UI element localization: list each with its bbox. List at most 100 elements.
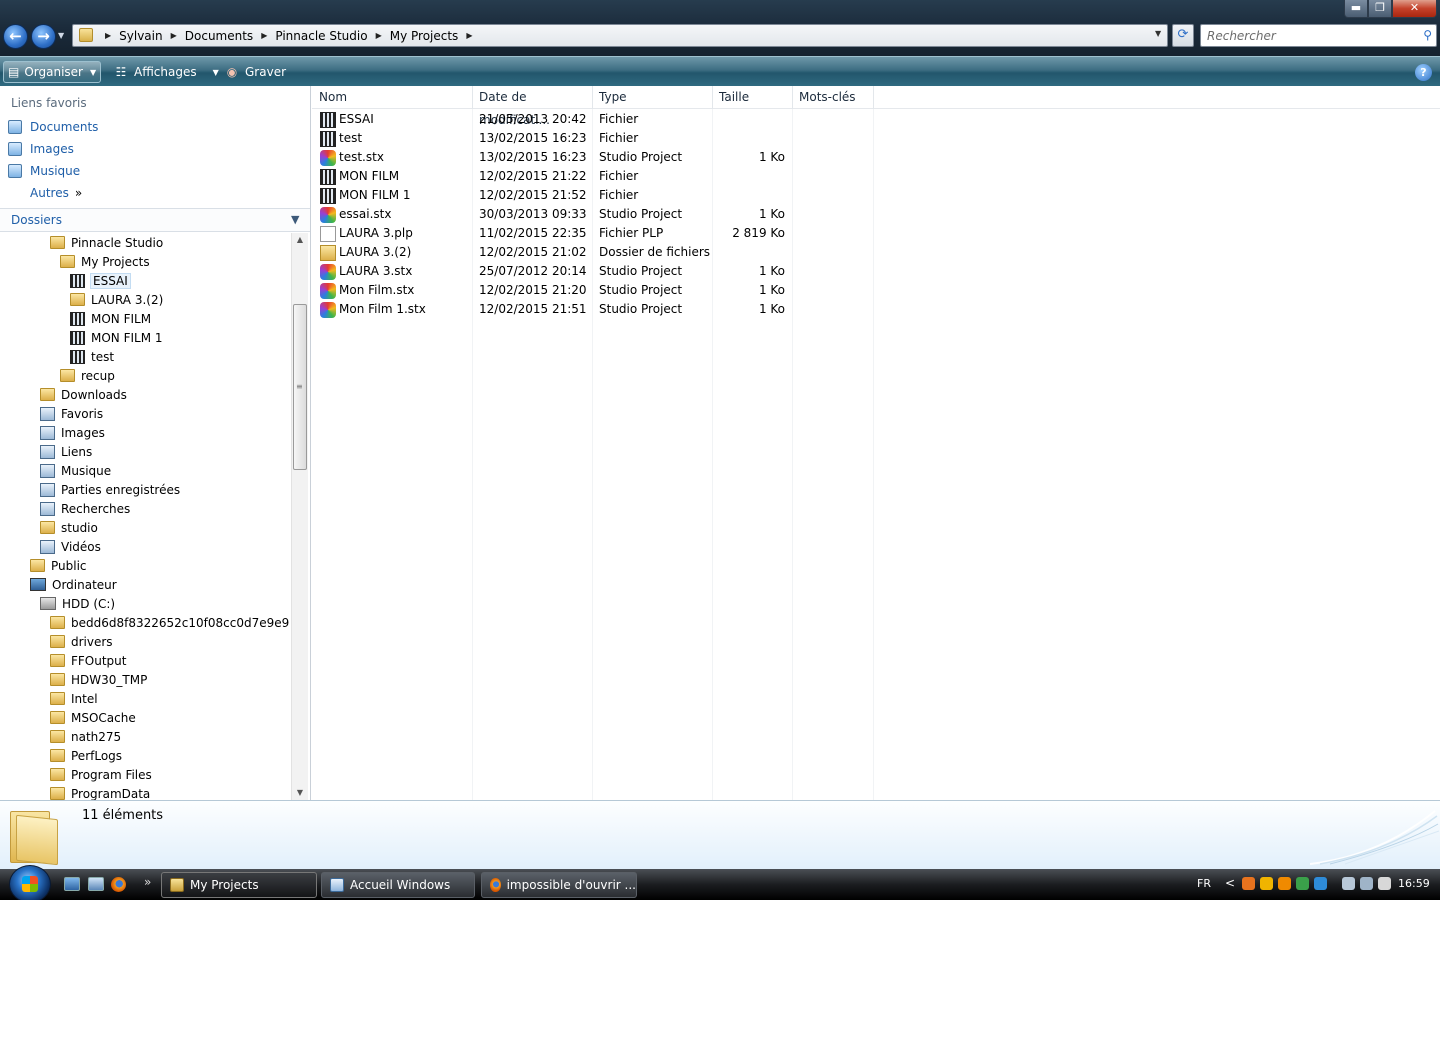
file-row[interactable]: LAURA 3.(2) 12/02/2015 21:02 Dossier de fi… (312, 243, 872, 262)
clock[interactable]: 16:59 (1398, 877, 1430, 890)
taskbar-button[interactable]: My Projects (161, 872, 317, 898)
switch-windows-icon[interactable] (88, 877, 104, 891)
tree-item[interactable]: Program Files (50, 765, 152, 784)
tree-item[interactable]: LAURA 3.(2) (70, 290, 163, 309)
file-row[interactable]: MON FILM 12/02/2015 21:22 Fichier (312, 167, 872, 186)
tree-item[interactable]: Liens (40, 442, 92, 461)
recent-pages-dropdown-icon[interactable]: ▼ (58, 31, 64, 40)
tree-item[interactable]: HDD (C:) (40, 594, 115, 613)
file-row[interactable]: Mon Film 1.stx 12/02/2015 21:51 Studio Pro… (312, 300, 872, 319)
tree-item[interactable]: MSOCache (50, 708, 136, 727)
tray-icon[interactable] (1342, 877, 1355, 890)
tree-item[interactable]: Images (40, 423, 105, 442)
tree-item[interactable]: Favoris (40, 404, 103, 423)
chevron-down-icon[interactable]: ▼ (291, 213, 299, 226)
tree-item[interactable]: nath275 (50, 727, 121, 746)
file-name: MON FILM 1 (339, 188, 411, 202)
minimize-button[interactable]: ▬ (1344, 0, 1368, 18)
file-row[interactable]: test 13/02/2015 16:23 Fichier (312, 129, 872, 148)
chevron-down-icon[interactable]: ▼ (213, 68, 219, 77)
folder-tree-scrollbar[interactable]: ▲ ≡ ▼ (291, 233, 308, 800)
taskbar-button[interactable]: Accueil Windows (321, 872, 475, 898)
file-row[interactable]: ESSAI 21/05/2013 20:42 Fichier (312, 110, 872, 129)
tray-icon[interactable] (1242, 877, 1255, 890)
tree-item[interactable]: PerfLogs (50, 746, 122, 765)
breadcrumb-separator-icon[interactable]: ▶ (261, 31, 267, 40)
language-indicator[interactable]: FR (1197, 877, 1211, 890)
favorite-link-documents[interactable]: Documents (8, 118, 98, 136)
breadcrumb-item[interactable]: Sylvain (119, 29, 162, 43)
tree-item[interactable]: FFOutput (50, 651, 127, 670)
tree-item[interactable]: Intel (50, 689, 98, 708)
tree-item[interactable]: Parties enregistrées (40, 480, 180, 499)
column-header-keywords[interactable]: Mots-clés (792, 86, 874, 109)
tree-item[interactable]: My Projects (60, 252, 150, 271)
help-icon[interactable]: ? (1415, 64, 1432, 81)
scroll-down-icon[interactable]: ▼ (292, 786, 308, 800)
firefox-icon[interactable] (111, 877, 126, 892)
tray-icon[interactable] (1360, 877, 1373, 890)
breadcrumb-separator-icon[interactable]: ▶ (466, 31, 472, 40)
tree-item[interactable]: MON FILM (70, 309, 151, 328)
tree-item[interactable]: Musique (40, 461, 111, 480)
tree-item[interactable]: recup (60, 366, 115, 385)
breadcrumb-item[interactable]: Documents (185, 29, 253, 43)
tray-icon[interactable] (1278, 877, 1291, 890)
search-input[interactable]: Rechercher ⚲ (1200, 24, 1437, 47)
burn-button[interactable]: ◉ Graver (220, 61, 290, 83)
file-row[interactable]: LAURA 3.stx 25/07/2012 20:14 Studio Projec… (312, 262, 872, 281)
folders-header[interactable]: Dossiers ▼ (0, 208, 310, 232)
back-button[interactable]: ← (3, 24, 28, 49)
column-header-name[interactable]: Nom (312, 86, 473, 109)
file-row[interactable]: MON FILM 1 12/02/2015 21:52 Fichier (312, 186, 872, 205)
column-header-type[interactable]: Type (592, 86, 713, 109)
tree-item[interactable]: Ordinateur (30, 575, 117, 594)
tray-icon[interactable] (1260, 877, 1273, 890)
tree-item[interactable]: MON FILM 1 (70, 328, 163, 347)
breadcrumb-item[interactable]: Pinnacle Studio (275, 29, 367, 43)
start-button[interactable] (9, 865, 51, 900)
favorite-link-music[interactable]: Musique (8, 162, 80, 180)
breadcrumb-separator-icon[interactable]: ▶ (105, 31, 111, 40)
views-button[interactable]: ☷ Affichages ▼ (109, 61, 223, 83)
tree-item[interactable]: Downloads (40, 385, 127, 404)
tree-item[interactable]: Public (30, 556, 87, 575)
forward-button[interactable]: → (31, 24, 56, 49)
quick-launch-more-icon[interactable]: » (144, 875, 151, 889)
tray-icon[interactable] (1296, 877, 1309, 890)
close-button[interactable]: ✕ (1392, 0, 1437, 18)
search-icon[interactable]: ⚲ (1423, 28, 1432, 42)
tree-item[interactable]: Pinnacle Studio (50, 233, 163, 252)
breadcrumb-separator-icon[interactable]: ▶ (171, 31, 177, 40)
favorite-link-images[interactable]: Images (8, 140, 74, 158)
tree-item[interactable]: HDW30_TMP (50, 670, 147, 689)
breadcrumb-item[interactable]: My Projects (390, 29, 459, 43)
tray-icon[interactable] (1314, 877, 1327, 890)
show-desktop-icon[interactable] (64, 877, 80, 891)
file-row[interactable]: essai.stx 30/03/2013 09:33 Studio Project 1… (312, 205, 872, 224)
tree-item[interactable]: studio (40, 518, 98, 537)
refresh-button[interactable]: ⟳ (1172, 24, 1194, 47)
more-links-button[interactable]: Autres » (30, 186, 82, 200)
breadcrumb-separator-icon[interactable]: ▶ (376, 31, 382, 40)
tree-item[interactable]: Vidéos (40, 537, 101, 556)
column-header-size[interactable]: Taille (712, 86, 793, 109)
tree-item[interactable]: bedd6d8f8322652c10f08cc0d7e9e9 (50, 613, 289, 632)
tray-icon[interactable] (1378, 877, 1391, 890)
scroll-up-icon[interactable]: ▲ (292, 233, 308, 247)
tree-item[interactable]: Recherches (40, 499, 130, 518)
tree-item[interactable]: test (70, 347, 114, 366)
column-header-date[interactable]: Date de modificati... (472, 86, 593, 127)
tree-item[interactable]: drivers (50, 632, 113, 651)
address-bar[interactable]: ▶ Sylvain ▶ Documents ▶ Pinnacle Studio ▶ My Pr… (72, 24, 1168, 47)
tray-expand-icon[interactable]: < (1225, 876, 1235, 890)
address-dropdown-icon[interactable]: ▼ (1155, 29, 1161, 38)
file-row[interactable]: Mon Film.stx 12/02/2015 21:20 Studio Proje… (312, 281, 872, 300)
organiser-button[interactable]: ▤ Organiser ▼ (3, 61, 101, 83)
file-row[interactable]: LAURA 3.plp 11/02/2015 22:35 Fichier PLP 2 … (312, 224, 872, 243)
taskbar-button[interactable]: impossible d'ouvrir ... (481, 872, 637, 898)
file-row[interactable]: test.stx 13/02/2015 16:23 Studio Project 1 … (312, 148, 872, 167)
tree-item[interactable]: ESSAI (70, 271, 131, 290)
maximize-button[interactable]: ❐ (1368, 0, 1392, 18)
tree-item[interactable]: ProgramData (50, 784, 150, 800)
